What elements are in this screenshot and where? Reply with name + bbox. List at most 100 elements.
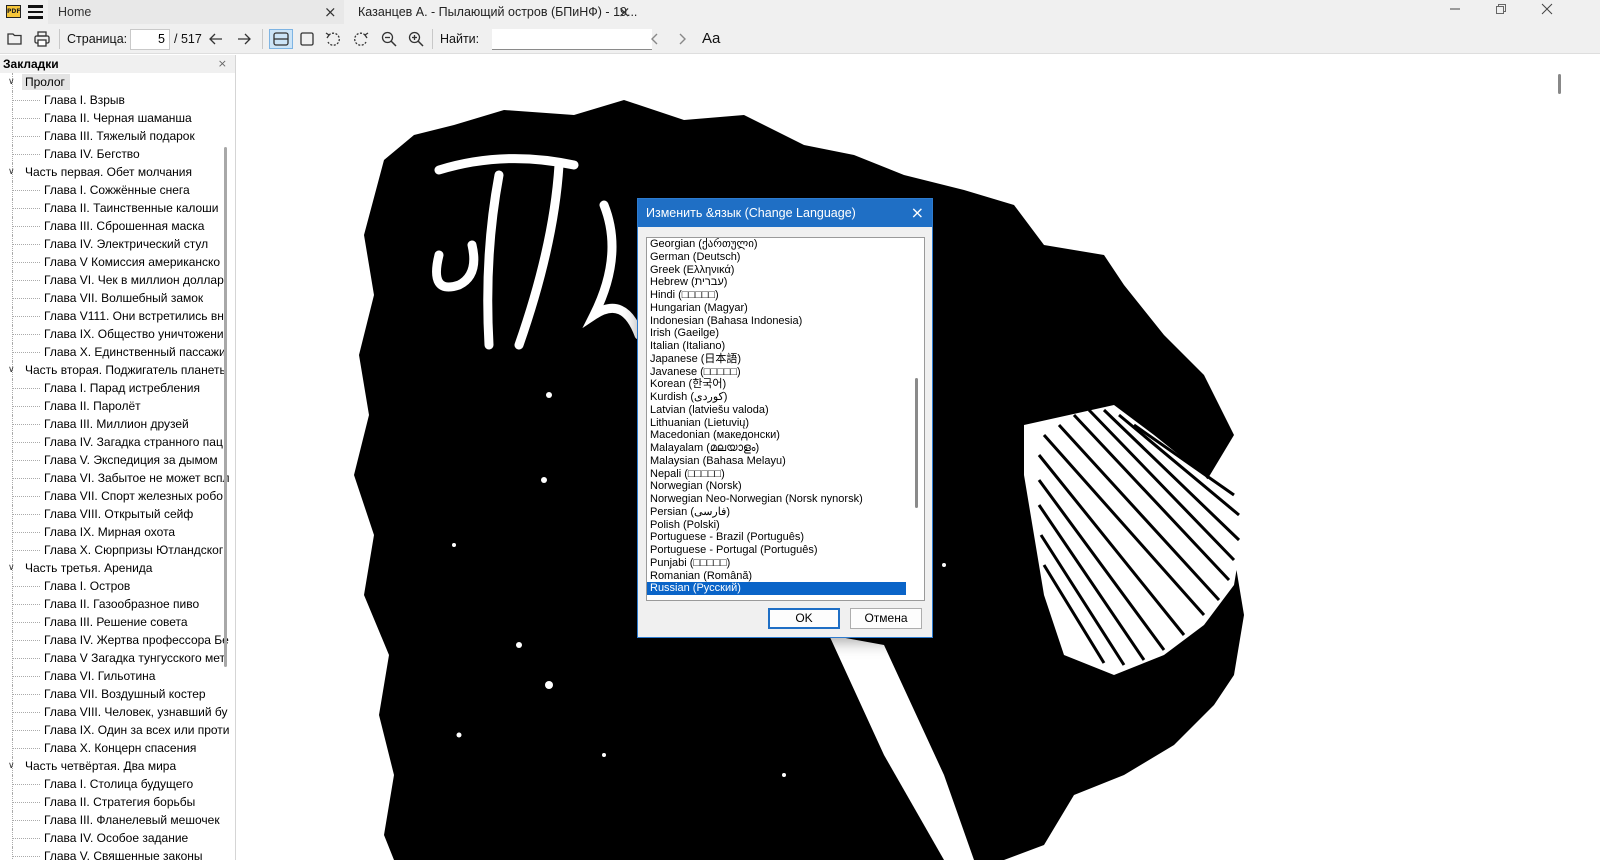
bookmark-item[interactable]: Глава V. Экспедиция за дымом <box>0 451 235 469</box>
bookmark-item[interactable]: Глава VIII. Человек, узнавший бу <box>0 703 235 721</box>
bookmark-item[interactable]: Глава VIII. Открытый сейф <box>0 505 235 523</box>
document-scrollbar[interactable] <box>1558 74 1561 94</box>
fit-width-icon[interactable] <box>269 29 293 49</box>
tab-home-close-icon[interactable]: × <box>324 0 337 24</box>
bookmark-section[interactable]: ∨ Часть четвёртая. Два мира <box>0 757 235 775</box>
language-listbox[interactable]: Georgian (ქართული) German (Deutsch) Greek … <box>646 237 925 601</box>
language-option[interactable]: Persian (فارسی) <box>647 506 924 519</box>
language-option[interactable]: Punjabi (□□□□□) <box>647 557 924 570</box>
language-option[interactable]: Kurdish (کوردی) <box>647 391 924 404</box>
language-option[interactable]: Hindi (□□□□□) <box>647 289 924 302</box>
rotate-left-icon[interactable] <box>323 29 343 49</box>
restore-icon[interactable] <box>1478 0 1524 24</box>
bookmark-item[interactable]: Глава V Комиссия американско <box>0 253 235 271</box>
language-option[interactable]: Norwegian (Norsk) <box>647 480 924 493</box>
language-option[interactable]: Korean (한국어) <box>647 378 924 391</box>
bookmark-item[interactable]: Глава I. Остров <box>0 577 235 595</box>
language-option[interactable]: Malayalam (മലയാളം) <box>647 442 924 455</box>
bookmark-item[interactable]: Глава IX. Один за всех или проти <box>0 721 235 739</box>
expand-chevron-icon[interactable]: ∨ <box>8 361 18 379</box>
bookmark-item[interactable]: Глава V Загадка тунгусского мет <box>0 649 235 667</box>
bookmark-item[interactable]: Глава I. Парад истребления <box>0 379 235 397</box>
language-option[interactable]: Irish (Gaeilge) <box>647 327 924 340</box>
language-option[interactable]: Romanian (Română) <box>647 570 924 583</box>
sidebar-scrollbar[interactable] <box>224 147 227 667</box>
fit-page-icon[interactable] <box>297 29 317 49</box>
bookmark-item[interactable]: Глава VI. Чек в миллион доллар <box>0 271 235 289</box>
bookmark-item[interactable]: Глава III. Фланелевый мешочек <box>0 811 235 829</box>
bookmark-item[interactable]: Глава II. Таинственные калоши <box>0 199 235 217</box>
language-option[interactable]: Greek (Ελληνικά) <box>647 264 924 277</box>
language-option[interactable]: Macedonian (македонски) <box>647 429 924 442</box>
bookmark-item[interactable]: Глава IX. Общество уничтожени <box>0 325 235 343</box>
language-option[interactable]: Japanese (日本語) <box>647 353 924 366</box>
language-list-scrollbar[interactable] <box>915 378 918 508</box>
bookmark-section[interactable]: ∨ Часть третья. Аренида <box>0 559 235 577</box>
bookmark-item[interactable]: Глава II. Паролёт <box>0 397 235 415</box>
bookmark-item[interactable]: Глава I. Сожжённые снега <box>0 181 235 199</box>
bookmark-item[interactable]: Глава IV. Загадка странного пац <box>0 433 235 451</box>
tab-document[interactable]: Казанцев А. - Пылающий остров (БПиНФ) - … <box>350 0 640 24</box>
text-options-icon[interactable]: Aa <box>702 30 720 47</box>
bookmark-item[interactable]: Глава II. Стратегия борьбы <box>0 793 235 811</box>
bookmark-item[interactable]: Глава X. Концерн спасения <box>0 739 235 757</box>
bookmark-item[interactable]: Глава III. Тяжелый подарок <box>0 127 235 145</box>
window-close-icon[interactable] <box>1524 0 1570 24</box>
bookmark-item[interactable]: Глава IV. Особое задание <box>0 829 235 847</box>
zoom-out-icon[interactable] <box>379 29 399 49</box>
language-option[interactable]: Norwegian Neo-Norwegian (Norsk nynorsk) <box>647 493 924 506</box>
open-folder-icon[interactable] <box>5 29 25 49</box>
bookmark-item[interactable]: Глава III. Миллион друзей <box>0 415 235 433</box>
bookmark-item[interactable]: Глава VI. Забытое не может вспл <box>0 469 235 487</box>
language-option[interactable]: Malaysian (Bahasa Melayu) <box>647 455 924 468</box>
hamburger-menu-icon[interactable] <box>28 5 43 19</box>
rotate-right-icon[interactable] <box>351 29 371 49</box>
find-previous-chevron-icon[interactable] <box>645 29 665 49</box>
language-option[interactable]: Georgian (ქართული) <box>647 238 924 251</box>
bookmark-item[interactable]: Глава VI. Гильотина <box>0 667 235 685</box>
dialog-close-icon[interactable]: × <box>911 199 924 227</box>
bookmark-item[interactable]: Глава VII. Воздушный костер <box>0 685 235 703</box>
bookmark-item[interactable]: Глава II. Газообразное пиво <box>0 595 235 613</box>
language-option[interactable]: Latvian (latviešu valoda) <box>647 404 924 417</box>
find-input[interactable] <box>492 29 652 50</box>
expand-chevron-icon[interactable]: ∨ <box>8 163 18 181</box>
bookmarks-close-icon[interactable]: × <box>218 55 227 73</box>
bookmark-item[interactable]: Глава IV. Жертва профессора Бе <box>0 631 235 649</box>
bookmark-item[interactable]: Глава IV. Электрический стул <box>0 235 235 253</box>
zoom-in-icon[interactable] <box>406 29 426 49</box>
language-option[interactable]: Hebrew (עברית) <box>647 276 924 289</box>
minimize-icon[interactable] <box>1432 0 1478 24</box>
bookmark-item[interactable]: Глава IX. Мирная охота <box>0 523 235 541</box>
bookmark-item[interactable]: Глава I. Столица будущего <box>0 775 235 793</box>
language-option[interactable]: German (Deutsch) <box>647 251 924 264</box>
bookmark-section[interactable]: ∨ Часть вторая. Поджигатель планеть <box>0 361 235 379</box>
bookmark-item[interactable]: Глава VII. Спорт железных робо <box>0 487 235 505</box>
language-option[interactable]: Indonesian (Bahasa Indonesia) <box>647 315 924 328</box>
language-option[interactable]: Polish (Polski) <box>647 519 924 532</box>
bookmark-section[interactable]: ∨ Часть первая. Обет молчания <box>0 163 235 181</box>
bookmark-item[interactable]: Глава X. Сюрпризы Ютландског <box>0 541 235 559</box>
language-option[interactable]: Portuguese - Brazil (Português) <box>647 531 924 544</box>
ok-button[interactable]: OK <box>768 608 840 629</box>
tab-home[interactable]: Home <box>48 0 344 24</box>
page-number-input[interactable]: 5 <box>130 29 170 50</box>
language-option[interactable]: Javanese (□□□□□) <box>647 366 924 379</box>
next-page-arrow-icon[interactable] <box>234 29 254 49</box>
bookmark-item[interactable]: Глава IV. Бегство <box>0 145 235 163</box>
bookmark-item[interactable]: Глава VII. Волшебный замок <box>0 289 235 307</box>
bookmark-item[interactable]: Глава V111. Они встретились вн <box>0 307 235 325</box>
print-icon[interactable] <box>32 29 52 49</box>
language-option[interactable]: Russian (Русский) <box>647 582 906 595</box>
bookmark-item[interactable]: Глава III. Решение совета <box>0 613 235 631</box>
expand-chevron-icon[interactable]: ∨ <box>8 73 18 91</box>
language-option[interactable]: Nepali (□□□□□) <box>647 468 924 481</box>
language-option[interactable]: Lithuanian (Lietuvių) <box>647 417 924 430</box>
bookmark-section[interactable]: ∨ Пролог <box>0 73 235 91</box>
bookmark-item[interactable]: Глава X. Единственный пассажи <box>0 343 235 361</box>
bookmark-item[interactable]: Глава I. Взрыв <box>0 91 235 109</box>
language-option[interactable]: Portuguese - Portugal (Português) <box>647 544 924 557</box>
expand-chevron-icon[interactable]: ∨ <box>8 757 18 775</box>
language-option[interactable]: Italian (Italiano) <box>647 340 924 353</box>
find-next-chevron-icon[interactable] <box>672 29 692 49</box>
